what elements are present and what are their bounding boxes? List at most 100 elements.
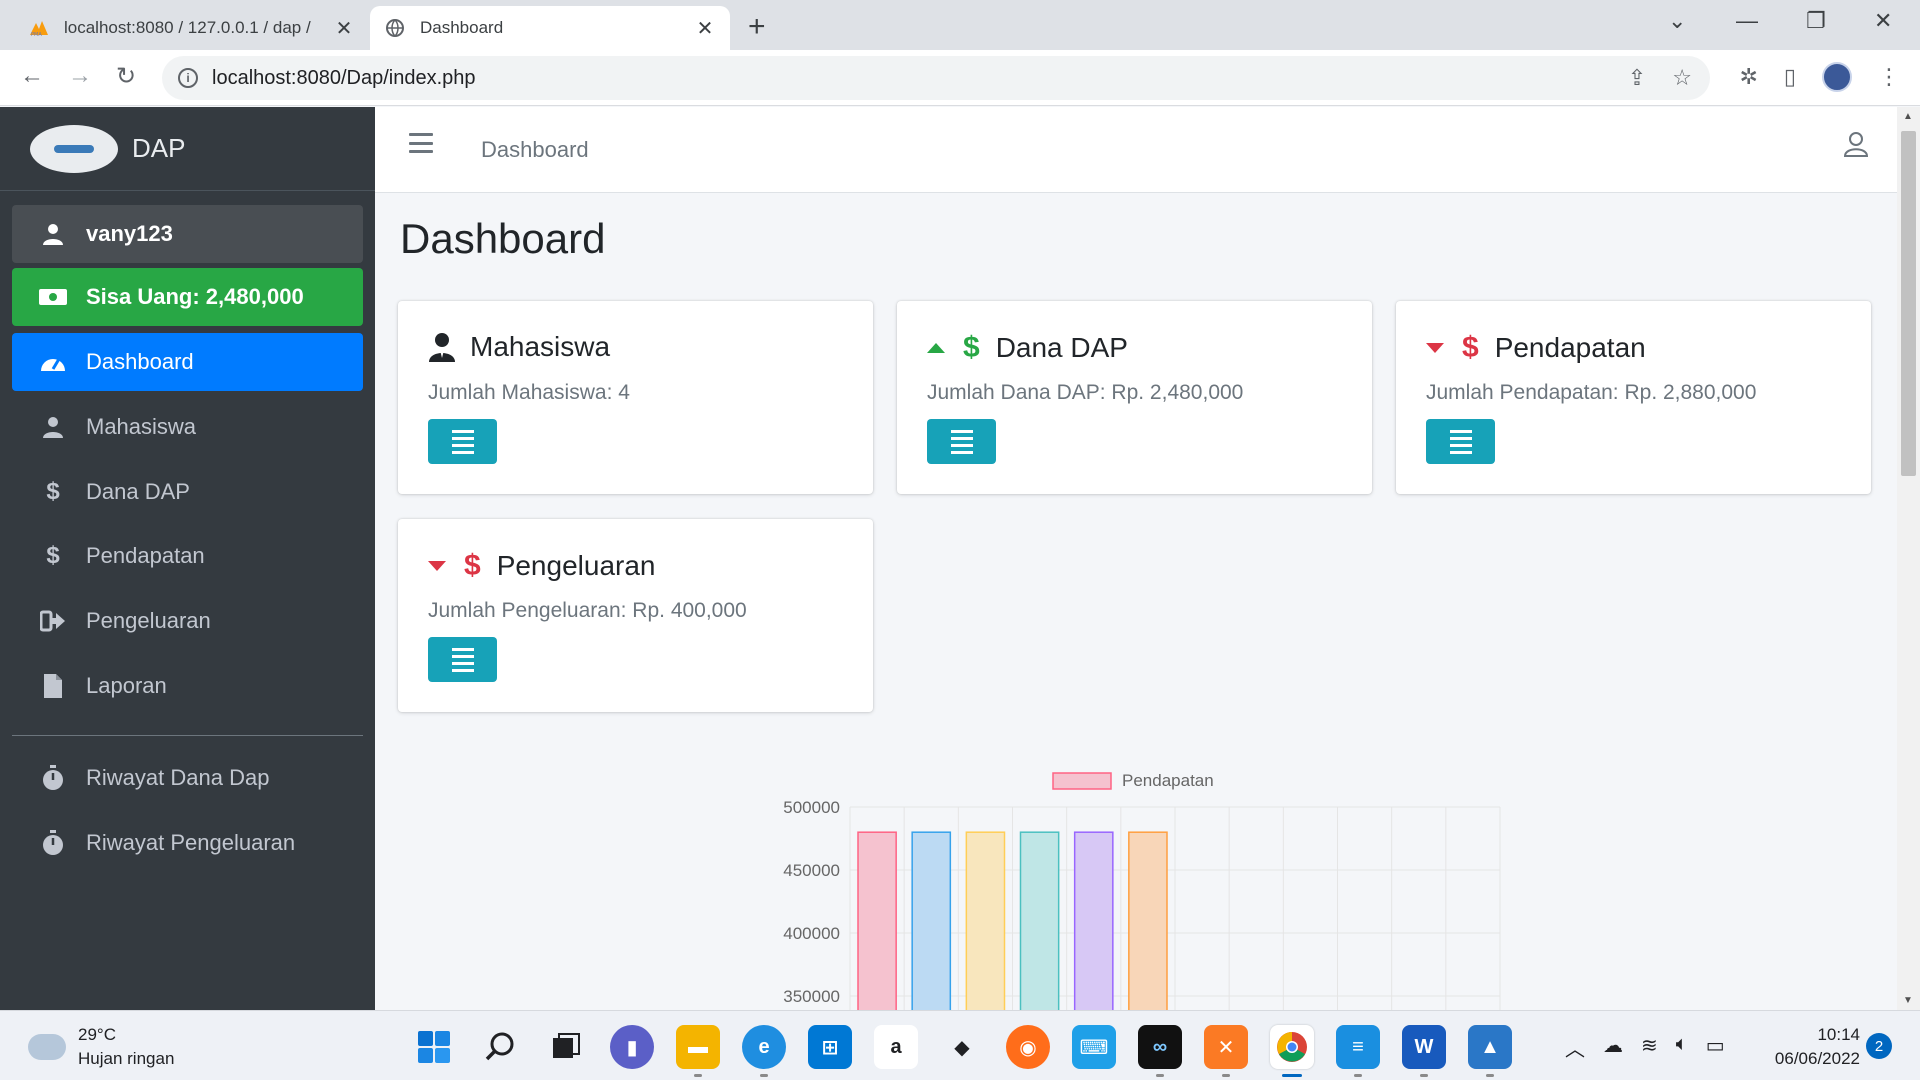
side-panel-icon[interactable]: ▯: [1784, 64, 1796, 90]
svg-text:PMA: PMA: [31, 32, 42, 37]
scroll-down-icon[interactable]: ▼: [1903, 995, 1913, 1006]
notification-badge[interactable]: 2: [1866, 1033, 1892, 1059]
page-scrollbar[interactable]: ▲ ▼: [1897, 107, 1920, 1010]
calculator-app-icon[interactable]: ⌨: [1072, 1025, 1116, 1069]
scroll-up-icon[interactable]: ▲: [1903, 111, 1913, 122]
card-pendapatan: $ Pendapatan Jumlah Pendapatan: Rp. 2,88…: [1396, 301, 1871, 494]
menu-toggle-icon[interactable]: [409, 133, 433, 153]
battery-icon[interactable]: ▭: [1706, 1033, 1725, 1062]
word-icon[interactable]: W: [1402, 1025, 1446, 1077]
notepad-icon[interactable]: ≡: [1336, 1025, 1380, 1077]
breadcrumb[interactable]: Dashboard: [481, 137, 589, 163]
sidebar-item-pengeluaran[interactable]: Pengeluaran: [12, 592, 363, 650]
sidebar-item-label: Dana DAP: [86, 479, 190, 504]
weather-widget[interactable]: 29°C Hujan ringan: [28, 1023, 174, 1071]
restore-icon[interactable]: ❐: [1806, 8, 1826, 34]
search-icon[interactable]: [478, 1025, 522, 1069]
page-title: Dashboard: [400, 215, 606, 262]
card-title: Pendapatan: [1494, 332, 1646, 363]
card-title: Pengeluaran: [496, 550, 656, 581]
sidebar-user-name: vany123: [86, 221, 173, 246]
mahasiswa-list-button[interactable]: [428, 419, 497, 464]
y-tick-label: 500000: [783, 798, 840, 817]
close-tab-icon[interactable]: ✕: [333, 16, 355, 41]
sidebar-balance[interactable]: Sisa Uang: 2,480,000: [12, 268, 363, 326]
stopwatch-icon: [38, 830, 68, 856]
share-icon[interactable]: ⇪: [1628, 65, 1646, 91]
tab-title: Dashboard: [420, 18, 504, 37]
forward-icon[interactable]: →: [68, 62, 92, 90]
dollar-icon: $: [46, 478, 60, 505]
sidebar-item-riwayat-dana-dap[interactable]: Riwayat Dana Dap: [12, 749, 363, 807]
card-text: Jumlah Mahasiswa: 4: [428, 381, 630, 404]
weather-desc: Hujan ringan: [78, 1049, 175, 1068]
caret-up-icon: [927, 343, 945, 353]
browser-menu-icon[interactable]: ⋮: [1878, 64, 1900, 90]
tab-title: localhost:8080 / 127.0.0.1 / dap /: [64, 18, 311, 37]
rain-cloud-icon: [28, 1034, 66, 1060]
webex-icon[interactable]: ∞: [1138, 1025, 1182, 1077]
url-field[interactable]: i localhost:8080/Dap/index.php ⇪ ☆: [162, 56, 1710, 100]
brand[interactable]: DAP: [0, 107, 375, 191]
sidebar-item-laporan[interactable]: Laporan: [12, 657, 363, 715]
dropbox-icon[interactable]: ◆: [940, 1025, 984, 1069]
chrome-icon[interactable]: [1270, 1025, 1314, 1077]
reload-icon[interactable]: ↻: [116, 62, 136, 91]
tachometer-icon: [38, 351, 68, 373]
card-pengeluaran: $ Pengeluaran Jumlah Pengeluaran: Rp. 40…: [398, 519, 873, 712]
minimize-icon[interactable]: —: [1736, 8, 1758, 34]
new-tab-icon[interactable]: +: [748, 10, 766, 44]
edge-icon[interactable]: e: [742, 1025, 786, 1077]
taskbar-clock[interactable]: 10:14 06/06/2022: [1758, 1023, 1860, 1071]
start-icon[interactable]: [412, 1025, 456, 1069]
onedrive-icon[interactable]: ☁: [1603, 1033, 1623, 1062]
y-tick-label: 400000: [783, 924, 840, 943]
show-hidden-icons-icon[interactable]: ︿: [1565, 1033, 1585, 1062]
wifi-icon[interactable]: ≋: [1641, 1033, 1658, 1062]
amazon-icon[interactable]: a: [874, 1025, 918, 1069]
dana-dap-list-button[interactable]: [927, 419, 996, 464]
user-account-icon[interactable]: [1843, 131, 1869, 162]
sidebar-item-dana-dap[interactable]: $ Dana DAP: [12, 463, 363, 521]
extensions-icon[interactable]: ✲: [1739, 64, 1757, 90]
legend-label: Pendapatan: [1122, 771, 1214, 790]
chat-icon[interactable]: ▮: [610, 1025, 654, 1069]
tab-search-icon[interactable]: ⌄: [1668, 8, 1686, 34]
sidebar-item-dashboard[interactable]: Dashboard: [12, 333, 363, 391]
scrollbar-thumb[interactable]: [1901, 131, 1916, 476]
back-icon[interactable]: ←: [20, 62, 44, 90]
pendapatan-list-button[interactable]: [1426, 419, 1495, 464]
tab-phpmyadmin[interactable]: PMA localhost:8080 / 127.0.0.1 / dap / ✕: [14, 6, 369, 50]
card-mahasiswa: Mahasiswa Jumlah Mahasiswa: 4: [398, 301, 873, 494]
store-icon[interactable]: ⊞: [808, 1025, 852, 1069]
sidebar-item-riwayat-pengeluaran[interactable]: Riwayat Pengeluaran: [12, 814, 363, 872]
card-text: Jumlah Pengeluaran: Rp. 400,000: [428, 599, 747, 622]
dollar-icon: $: [464, 549, 481, 582]
top-navbar: Dashboard: [375, 107, 1897, 193]
close-window-icon[interactable]: ✕: [1874, 8, 1892, 34]
browser-tabbar: PMA localhost:8080 / 127.0.0.1 / dap / ✕…: [0, 0, 1920, 50]
file-explorer-icon[interactable]: ▬: [676, 1025, 720, 1077]
volume-icon[interactable]: 🔈︎: [1676, 1033, 1688, 1062]
sidebar: DAP vany123 Sisa Uang: 2,480,000 Dashboa…: [0, 107, 375, 1010]
bookmark-star-icon[interactable]: ☆: [1672, 65, 1692, 91]
close-tab-icon[interactable]: ✕: [694, 16, 716, 41]
card-dana-dap: $ Dana DAP Jumlah Dana DAP: Rp. 2,480,00…: [897, 301, 1372, 494]
site-info-icon[interactable]: i: [178, 68, 198, 88]
sidebar-item-mahasiswa[interactable]: Mahasiswa: [12, 398, 363, 456]
firefox-icon[interactable]: ◉: [1006, 1025, 1050, 1069]
sidebar-item-pendapatan[interactable]: $ Pendapatan: [12, 527, 363, 585]
sidebar-user[interactable]: vany123: [12, 205, 363, 263]
task-view-icon[interactable]: [544, 1025, 588, 1069]
bar: [1019, 831, 1060, 1010]
tab-dashboard[interactable]: Dashboard ✕: [370, 6, 730, 50]
pengeluaran-list-button[interactable]: [428, 637, 497, 682]
brand-logo: [30, 124, 118, 173]
sign-out-icon: [38, 610, 68, 632]
profile-avatar[interactable]: [1822, 62, 1852, 92]
xampp-icon[interactable]: ✕: [1204, 1025, 1248, 1077]
photos-icon[interactable]: ▲: [1468, 1025, 1512, 1077]
card-title: Dana DAP: [995, 332, 1128, 363]
taskbar: 29°C Hujan ringan ▮ ▬ e ⊞ a ◆ ◉ ⌨ ∞ ✕ ≡ …: [0, 1010, 1920, 1080]
caret-down-icon: [428, 561, 446, 571]
